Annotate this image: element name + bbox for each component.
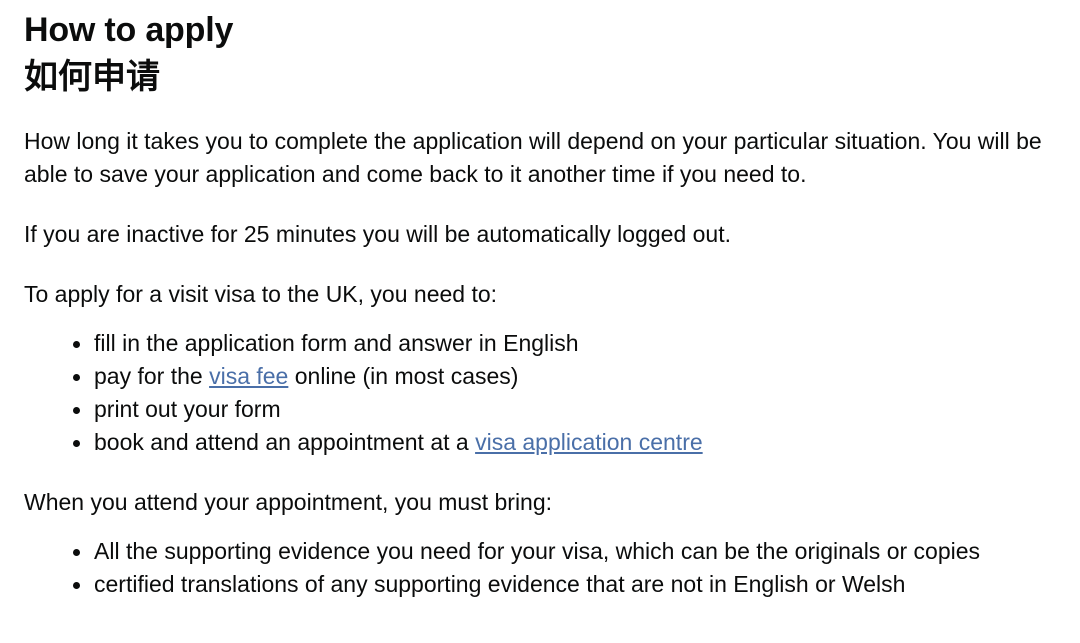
- apply-steps-lead-in: To apply for a visit visa to the UK, you…: [24, 281, 498, 307]
- appointment-items-list: All the supporting evidence you need for…: [24, 535, 1056, 601]
- list-item: All the supporting evidence you need for…: [73, 535, 1056, 568]
- list-item: print out your form: [73, 393, 1056, 426]
- visa-application-centre-link[interactable]: visa application centre: [475, 429, 703, 455]
- page-title-chinese: 如何申请: [24, 58, 160, 96]
- apply-step-text-before-link: pay for the: [94, 363, 210, 389]
- apply-steps-list: fill in the application form and answer …: [24, 327, 1056, 459]
- appointment-lead-in: When you attend your appointment, you mu…: [24, 489, 553, 515]
- apply-step-text: print out your form: [94, 396, 281, 422]
- list-item: book and attend an appointment at a visa…: [73, 426, 1056, 459]
- document-body: How to apply 如何申请 How long it takes you …: [0, 10, 1080, 601]
- session-timeout-paragraph: If you are inactive for 25 minutes you w…: [24, 221, 731, 247]
- list-item: certified translations of any supporting…: [73, 568, 1056, 601]
- appointment-item-text: certified translations of any supporting…: [94, 571, 906, 597]
- visa-fee-link[interactable]: visa fee: [209, 363, 288, 389]
- apply-step-text: fill in the application form and answer …: [94, 330, 579, 356]
- apply-step-text-after-link: online (in most cases): [288, 363, 519, 389]
- page-title: How to apply: [24, 11, 234, 49]
- list-item: fill in the application form and answer …: [73, 327, 1056, 360]
- intro-paragraph: How long it takes you to complete the ap…: [24, 128, 1042, 187]
- appointment-item-text: All the supporting evidence you need for…: [94, 538, 981, 564]
- apply-step-text-before-link: book and attend an appointment at a: [94, 429, 476, 455]
- list-item: pay for the visa fee online (in most cas…: [73, 360, 1056, 393]
